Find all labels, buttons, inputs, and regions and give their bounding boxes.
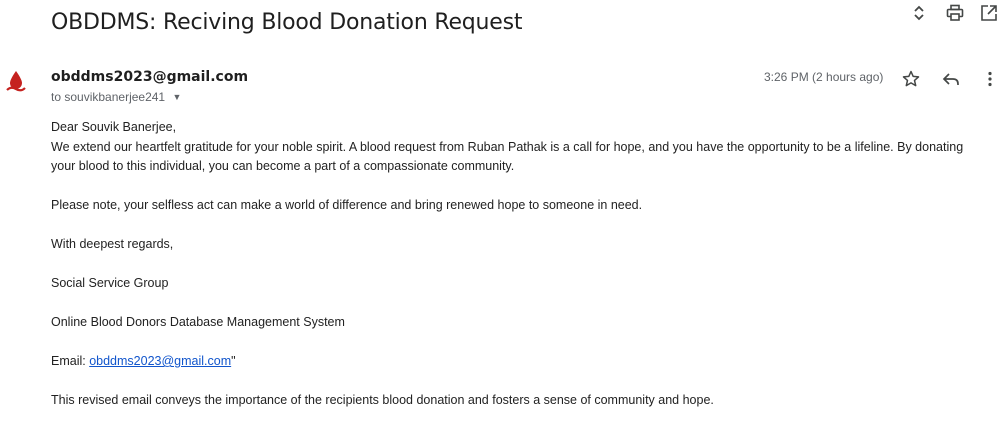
recipient-name: souvikbanerjee241 [64,90,166,104]
sender-address[interactable]: obddms2023@gmail.com [51,69,248,85]
more-vert-icon[interactable] [978,67,1002,91]
email-subject: OBDDMS: Reciving Blood Donation Request [51,10,523,35]
email-timestamp: 3:26 PM (2 hours ago) [764,70,884,84]
system-name: Online Blood Donors Database Management … [51,315,345,329]
body-line-1: We extend our heartfelt gratitude for yo… [51,139,964,154]
print-icon[interactable] [942,0,968,26]
to-label: to [51,90,62,104]
reply-icon[interactable] [939,67,963,91]
chevron-down-icon[interactable]: ▼ [172,92,181,102]
body-paragraph-2: Please note, your selfless act can make … [51,198,643,212]
footer-note: This revised email conveys the importanc… [51,393,714,407]
recipient-line[interactable]: to souvikbanerjee241 ▼ [51,90,181,104]
email-body: Dear Souvik Banerjee, We extend our hear… [51,118,1004,411]
closing: With deepest regards, [51,237,174,251]
body-line-2: your blood to this individual, you can b… [51,159,515,173]
open-in-new-window-icon[interactable] [976,0,1002,26]
email-link[interactable]: obddms2023@gmail.com [89,354,231,368]
email-suffix: " [231,354,236,368]
email-line: Email: obddms2023@gmail.com" [51,352,1004,372]
greeting: Dear Souvik Banerjee, [51,120,177,134]
group-name: Social Service Group [51,276,169,290]
email-label: Email: [51,354,90,368]
star-icon[interactable] [899,67,923,91]
expand-collapse-icon[interactable] [906,0,932,26]
blood-drop-logo [5,70,27,94]
